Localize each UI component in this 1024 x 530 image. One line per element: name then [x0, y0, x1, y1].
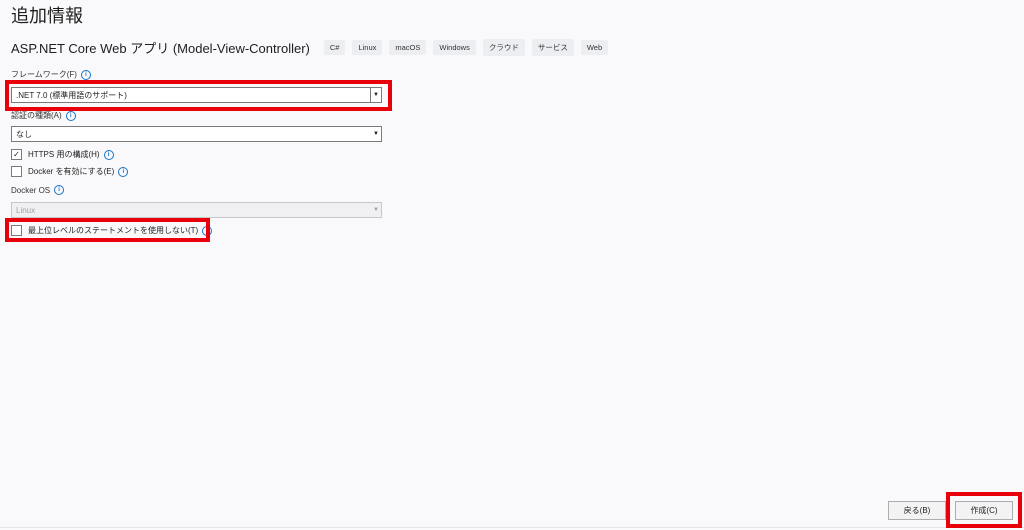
footer-divider [0, 527, 1024, 528]
info-icon[interactable]: i [65, 110, 76, 121]
docker-checkbox[interactable] [11, 166, 22, 177]
chevron-down-icon: ▼ [373, 207, 379, 213]
info-icon[interactable]: i [103, 149, 114, 160]
info-icon[interactable]: i [54, 185, 65, 195]
tag-windows: Windows [433, 39, 476, 55]
docker-os-label: Docker OS i [11, 185, 65, 195]
page-title: 追加情報 [11, 6, 83, 26]
chevron-down-icon: ▼ [370, 88, 381, 102]
tag-csharp: C# [323, 39, 346, 55]
top-level-statements-option[interactable]: 最上位レベルのステートメントを使用しない(T) i [11, 225, 213, 236]
auth-select[interactable]: なし ▼ [11, 126, 382, 142]
create-button[interactable]: 作成(C) [955, 501, 1013, 520]
docker-option[interactable]: Docker を有効にする(E) i [11, 166, 129, 177]
auth-label-text: 認証の種類(A) [11, 111, 62, 120]
project-header: ASP.NET Core Web アプリ (Model-View-Control… [11, 38, 615, 56]
framework-label: フレームワーク(F) i [11, 69, 91, 80]
docker-label: Docker を有効にする(E) [28, 167, 115, 176]
back-button[interactable]: 戻る(B) [888, 501, 946, 520]
info-icon[interactable]: i [202, 225, 213, 236]
https-option[interactable]: ✓ HTTPS 用の構成(H) i [11, 149, 114, 160]
top-level-statements-checkbox[interactable] [11, 225, 22, 236]
framework-label-text: フレームワーク(F) [11, 70, 77, 79]
project-template-name: ASP.NET Core Web アプリ (Model-View-Control… [11, 40, 310, 56]
framework-select[interactable]: .NET 7.0 (標準用語のサポート) ▼ [11, 87, 382, 103]
tag-cloud: クラウド [482, 38, 525, 56]
docker-os-select: Linux ▼ [11, 202, 382, 218]
framework-select-value: .NET 7.0 (標準用語のサポート) [16, 90, 127, 100]
https-label: HTTPS 用の構成(H) [28, 150, 100, 159]
tag-macos: macOS [389, 39, 427, 55]
docker-os-select-value: Linux [16, 205, 36, 215]
tag-web: Web [580, 39, 609, 55]
info-icon[interactable]: i [118, 166, 129, 177]
tag-linux: Linux [352, 39, 383, 55]
info-icon[interactable]: i [80, 69, 91, 80]
tag-service: サービス [531, 38, 574, 56]
docker-os-label-text: Docker OS [11, 185, 51, 195]
chevron-down-icon: ▼ [373, 131, 379, 137]
auth-select-value: なし [16, 129, 32, 139]
top-level-statements-label: 最上位レベルのステートメントを使用しない(T) [28, 226, 199, 235]
https-checkbox[interactable]: ✓ [11, 149, 22, 160]
auth-label: 認証の種類(A) i [11, 110, 76, 121]
additional-info-page: 追加情報 ASP.NET Core Web アプリ (Model-View-Co… [0, 0, 1024, 530]
